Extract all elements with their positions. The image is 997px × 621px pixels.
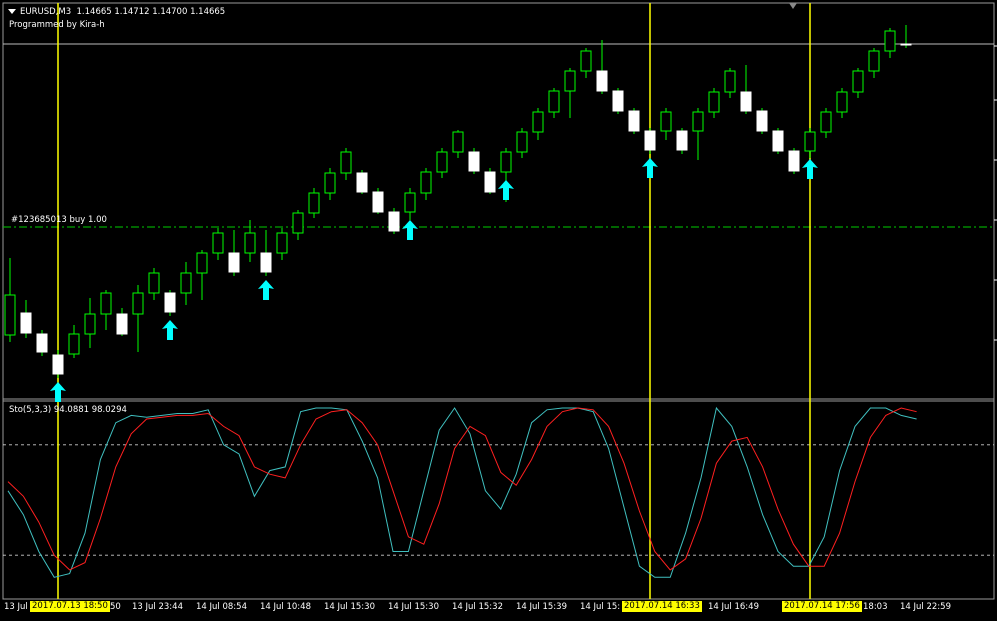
bear-candle — [164, 292, 176, 313]
bull-candle — [244, 232, 256, 254]
bull-candle — [820, 111, 832, 133]
bear-candle — [372, 191, 384, 213]
bear-candle — [756, 110, 768, 132]
time-tick: 14 Jul 15:30 — [388, 602, 439, 612]
bull-candle — [84, 313, 96, 335]
time-tick: 18:03 — [863, 602, 888, 612]
bear-candle — [228, 252, 240, 273]
bull-candle — [276, 232, 288, 254]
bull-candle — [196, 252, 208, 274]
chart-canvas — [0, 0, 997, 621]
symbol-header: EURUSD,M3 1.14665 1.14712 1.14700 1.1466… — [20, 7, 225, 17]
time-tick: 50 — [110, 602, 121, 612]
bull-candle — [100, 292, 112, 315]
time-tick: 14 Jul 15:32 — [452, 602, 503, 612]
time-tick: 14 Jul 15:39 — [516, 602, 567, 612]
bear-candle — [52, 354, 64, 375]
bull-candle — [868, 50, 880, 72]
bull-candle — [148, 272, 160, 294]
triangle-down-icon[interactable] — [8, 9, 16, 14]
bear-candle — [36, 333, 48, 353]
bear-candle — [260, 252, 272, 273]
bear-candle — [388, 211, 400, 232]
bear-candle — [484, 171, 496, 193]
bear-candle — [900, 43, 912, 46]
order-line-label[interactable]: #123685013 buy 1.00 — [11, 215, 107, 225]
bull-candle — [724, 70, 736, 93]
bull-candle — [212, 232, 224, 254]
time-marker-label: 2017.07.14 16:33 — [622, 601, 702, 612]
bull-candle — [132, 292, 144, 315]
bull-candle — [708, 91, 720, 113]
bull-candle — [516, 131, 528, 153]
time-marker-label: 2017.07.14 17:56 — [782, 601, 862, 612]
bull-candle — [4, 294, 16, 336]
time-tick: 14 Jul 16:49 — [708, 602, 759, 612]
bull-candle — [420, 171, 432, 194]
time-tick: 13 Jul 23:44 — [132, 602, 183, 612]
bear-candle — [468, 151, 480, 172]
bull-candle — [548, 90, 560, 113]
time-tick: 14 Jul 08:54 — [196, 602, 247, 612]
bull-candle — [324, 172, 336, 194]
bear-candle — [644, 130, 656, 151]
bull-candle — [308, 192, 320, 214]
symbol-label: EURUSD,M3 — [20, 7, 72, 17]
bull-candle — [436, 151, 448, 173]
bull-candle — [68, 333, 80, 355]
time-tick: 14 Jul 15:30 — [324, 602, 375, 612]
time-tick: 14 Jul 15: — [580, 602, 621, 612]
bull-candle — [692, 111, 704, 132]
bear-candle — [356, 172, 368, 193]
bull-candle — [836, 91, 848, 113]
bear-candle — [596, 70, 608, 92]
bear-candle — [20, 312, 32, 334]
bull-candle — [564, 70, 576, 92]
time-tick: 14 Jul 10:48 — [260, 602, 311, 612]
indicator-label: Sto(5,3,3) 94.0881 98.0294 — [9, 405, 127, 415]
ohlc-values: 1.14665 1.14712 1.14700 1.14665 — [76, 7, 226, 17]
bear-candle — [116, 313, 128, 335]
bull-candle — [660, 111, 672, 132]
bull-candle — [292, 212, 304, 234]
bear-candle — [676, 130, 688, 151]
bear-candle — [612, 90, 624, 112]
bull-candle — [580, 50, 592, 72]
time-tick: 13 Jul — [4, 602, 28, 612]
bear-candle — [772, 130, 784, 152]
subtitle: Programmed by Kira-h — [9, 20, 105, 30]
bear-candle — [628, 110, 640, 132]
time-tick: 14 Jul 22:59 — [900, 602, 951, 612]
bull-candle — [404, 192, 416, 213]
bear-candle — [740, 91, 752, 112]
time-marker-label: 2017.07.13 18:50 — [30, 601, 110, 612]
bull-candle — [884, 30, 896, 52]
bull-candle — [340, 151, 352, 174]
bull-candle — [452, 131, 464, 153]
bull-candle — [852, 70, 864, 93]
bull-candle — [500, 151, 512, 173]
bear-candle — [788, 150, 800, 172]
bull-candle — [180, 272, 192, 294]
bull-candle — [804, 131, 816, 152]
bull-candle — [532, 111, 544, 133]
